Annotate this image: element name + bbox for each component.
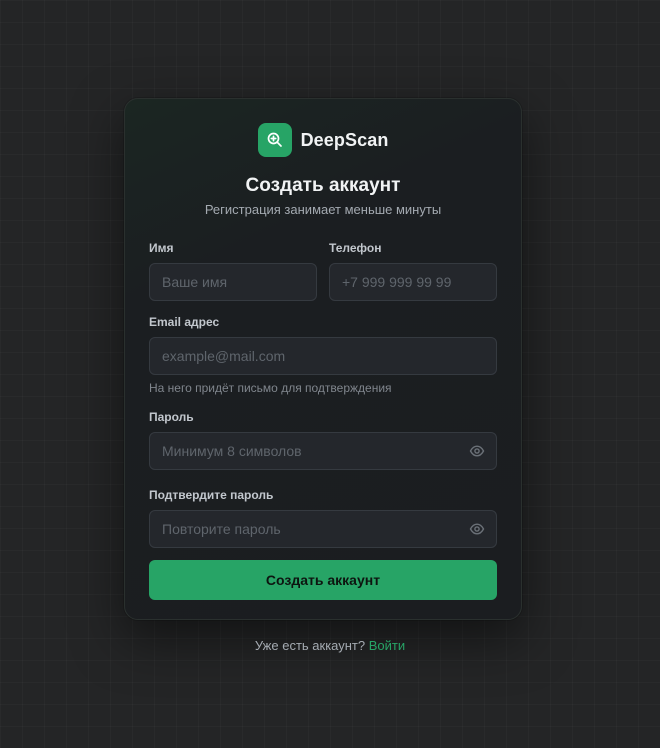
confirm-password-input-wrap (149, 510, 497, 548)
brand-name: DeepScan (300, 129, 389, 150)
signin-link[interactable]: Войти (369, 638, 405, 653)
confirm-password-label: Подтвердите пароль (149, 488, 274, 502)
phone-field-group: Телефон (329, 241, 497, 301)
password-label: Пароль (149, 410, 194, 424)
name-label: Имя (149, 241, 174, 255)
page-title: Создать аккаунт (245, 175, 401, 196)
eye-icon[interactable] (469, 443, 485, 459)
signin-prompt-text: Уже есть аккаунт? (254, 638, 366, 653)
confirm-password-input[interactable] (149, 510, 497, 548)
name-phone-row: Имя Телефон (149, 241, 497, 301)
email-field-group: Email адрес На него придёт письмо для по… (149, 315, 497, 396)
eye-icon[interactable] (469, 521, 485, 537)
signin-prompt: Уже есть аккаунт? Войти (0, 637, 660, 655)
password-field-group: Пароль (149, 410, 497, 470)
password-input[interactable] (149, 432, 497, 470)
signup-card: DeepScan Создать аккаунт Регистрация зан… (124, 98, 522, 620)
email-label: Email адрес (149, 315, 220, 329)
email-input[interactable] (149, 337, 497, 375)
phone-input[interactable] (329, 263, 497, 301)
brand: DeepScan (149, 123, 497, 157)
search-zoom-icon (267, 132, 282, 147)
brand-logo (257, 123, 292, 157)
name-input[interactable] (149, 263, 317, 301)
name-field-group: Имя (149, 241, 317, 301)
confirm-password-field-group: Подтвердите пароль (149, 488, 497, 548)
submit-wrap: Создать аккаунт (149, 560, 497, 600)
email-hint: На него придёт письмо для подтверждения (149, 381, 392, 395)
password-input-wrap (149, 432, 497, 470)
page-subtitle: Регистрация занимает меньше минуты (204, 202, 442, 217)
create-account-button[interactable]: Создать аккаунт (149, 560, 497, 600)
phone-label: Телефон (329, 241, 382, 255)
